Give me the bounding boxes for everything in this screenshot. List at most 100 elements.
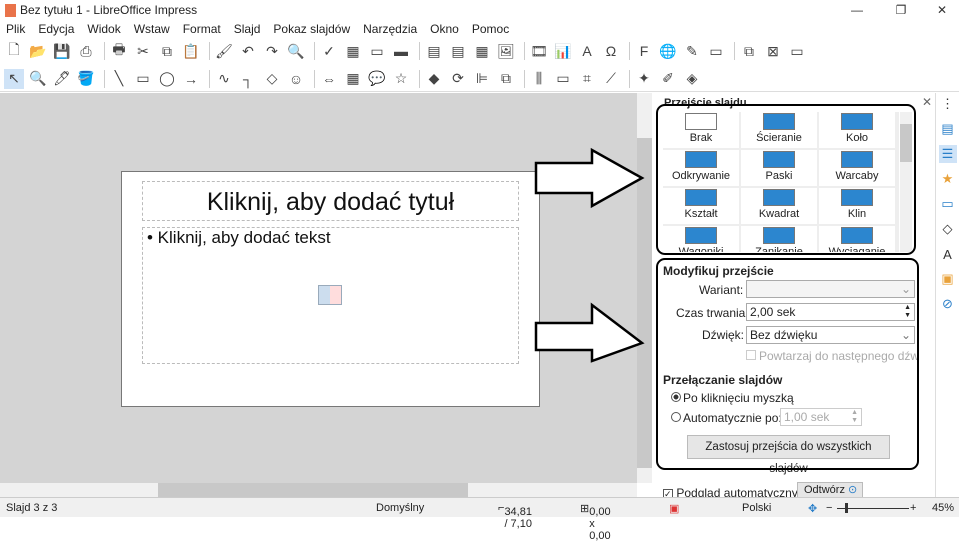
styles-tab-icon[interactable]: A — [939, 245, 957, 263]
zoom-in-button[interactable]: + — [910, 502, 916, 514]
language[interactable]: Polski — [742, 502, 771, 514]
start-first-icon[interactable]: ▤ — [424, 41, 444, 61]
align-icon[interactable]: ⊫ — [472, 69, 492, 89]
master-slide-icon[interactable]: ▬ — [391, 41, 411, 61]
slide-layout-icon[interactable]: ▭ — [787, 41, 807, 61]
new-slide-icon[interactable]: ▭ — [706, 41, 726, 61]
undo-icon[interactable]: ↶ — [238, 41, 258, 61]
points-icon[interactable]: ✦ — [634, 69, 654, 89]
save-icon[interactable]: 💾 — [52, 41, 72, 61]
title-placeholder[interactable]: Kliknij, aby dodać tytuł — [142, 181, 519, 221]
hyperlink-icon[interactable]: 🌐 — [658, 41, 678, 61]
close-button[interactable]: ✕ — [925, 0, 959, 20]
symbol-shapes-icon[interactable]: ☺ — [286, 69, 306, 89]
select-icon[interactable]: ↖ — [4, 68, 24, 89]
rotate-icon[interactable]: ⟳ — [448, 69, 468, 89]
crop-icon[interactable]: ⌗ — [577, 69, 597, 89]
filter-icon[interactable]: ⟋ — [601, 69, 621, 89]
ellipse-icon[interactable]: ◯ — [157, 69, 177, 89]
menu-okno[interactable]: Okno — [430, 22, 459, 36]
horizontal-scrollbar[interactable] — [0, 483, 637, 497]
fontwork-icon[interactable]: F — [634, 41, 654, 61]
basic-shapes-icon[interactable]: ◇ — [262, 69, 282, 89]
app-icon — [5, 3, 16, 17]
glue-icon[interactable]: ✐ — [658, 69, 678, 89]
clone-formatting-icon[interactable]: 🖌 — [214, 41, 234, 61]
master-name[interactable]: Domyślny — [376, 502, 424, 514]
line-icon[interactable]: ╲ — [109, 69, 129, 89]
fit-slide-icon[interactable]: ✥ — [808, 502, 817, 515]
copy-icon[interactable]: ⧉ — [157, 41, 177, 61]
toolbar-separator — [419, 69, 420, 88]
textbox-icon[interactable]: A — [577, 41, 597, 61]
menu-widok[interactable]: Widok — [87, 22, 120, 36]
zoom-slider-thumb[interactable] — [845, 503, 849, 513]
media-icon[interactable]: 🎞 — [529, 41, 549, 61]
find-replace-icon[interactable]: 🔍 — [286, 41, 306, 61]
open-icon[interactable]: 📂 — [28, 41, 48, 61]
slide-canvas[interactable]: Kliknij, aby dodać tytuł • Kliknij, aby … — [121, 171, 540, 407]
table-icon[interactable]: ▦ — [472, 41, 492, 61]
zoom-level[interactable]: 45% — [932, 502, 954, 514]
menu-pokaz-slajdow[interactable]: Pokaz slajdów — [273, 22, 350, 36]
grid-icon[interactable]: ▦ — [343, 41, 363, 61]
show-draw-icon[interactable]: ✎ — [682, 41, 702, 61]
line-color-icon[interactable]: 🖊 — [52, 69, 72, 89]
callout-icon[interactable]: 💬 — [367, 69, 387, 89]
redo-icon[interactable]: ↷ — [262, 41, 282, 61]
horizontal-scroll-thumb[interactable] — [158, 483, 468, 497]
flowchart-icon[interactable]: ▦ — [343, 69, 363, 89]
special-char-icon[interactable]: Ω — [601, 41, 621, 61]
gallery-tab-icon[interactable]: ▣ — [939, 270, 957, 288]
content-placeholder[interactable]: • Kliknij, aby dodać tekst — [142, 227, 519, 364]
menu-narzedzia[interactable]: Narzędzia — [363, 22, 417, 36]
close-panel-icon[interactable]: ✕ — [922, 95, 932, 109]
fill-color-icon[interactable]: 🪣 — [76, 69, 96, 89]
connector-icon[interactable]: ┐ — [238, 69, 258, 89]
slide-transition-tab-icon[interactable]: ☰ — [938, 145, 957, 163]
distribute-icon[interactable]: ⫼ — [529, 69, 549, 89]
shadow-icon[interactable]: ▭ — [553, 69, 573, 89]
paste-icon[interactable]: 📋 — [181, 41, 201, 61]
properties-tab-icon[interactable]: ▤ — [939, 120, 957, 138]
drawing-toolbar: ↖ 🔍 🖊 🪣 ╲ ▭ ◯ → ∿ ┐ ◇ ☺ ⇔ ▦ 💬 ☆ ◆ ⟳ ⊫ ⧉ ⫼ ▭ ⌗ ⟋ ✦ ✐ ◈ — [0, 66, 959, 92]
start-current-icon[interactable]: ▤ — [448, 41, 468, 61]
3d-objects-icon[interactable]: ◆ — [424, 69, 444, 89]
cut-icon[interactable]: ✂ — [133, 41, 153, 61]
image-icon[interactable]: 🖼 — [496, 41, 516, 61]
more-options-icon[interactable]: ⋮ — [939, 95, 957, 113]
print-icon[interactable]: 🖶 — [109, 41, 129, 61]
document-modified-icon[interactable]: ▣ — [669, 502, 679, 515]
menu-format[interactable]: Format — [183, 22, 221, 36]
new-icon[interactable]: 🗋 — [4, 41, 24, 61]
navigator-tab-icon[interactable]: ⊘ — [939, 295, 957, 313]
play-button[interactable]: Odtwórz ⊙ — [797, 482, 863, 498]
zoom-out-button[interactable]: − — [826, 502, 832, 514]
rectangle-icon[interactable]: ▭ — [133, 69, 153, 89]
delete-slide-icon[interactable]: ⊠ — [763, 41, 783, 61]
arrange-icon[interactable]: ⧉ — [496, 69, 516, 89]
chart-icon[interactable]: 📊 — [553, 41, 573, 61]
menu-pomoc[interactable]: Pomoc — [472, 22, 509, 36]
master-slides-tab-icon[interactable]: ▭ — [939, 195, 957, 213]
curve-icon[interactable]: ∿ — [214, 69, 234, 89]
menu-wstaw[interactable]: Wstaw — [134, 22, 170, 36]
insert-object-icon[interactable] — [318, 285, 342, 305]
block-arrows-icon[interactable]: ⇔ — [319, 69, 339, 89]
menu-plik[interactable]: Plik — [6, 22, 25, 36]
arrow-line-icon[interactable]: → — [181, 69, 201, 89]
spelling-icon[interactable]: ✓ — [319, 41, 339, 61]
export-pdf-icon[interactable]: ⎙ — [76, 41, 96, 61]
stars-icon[interactable]: ☆ — [391, 69, 411, 89]
shapes-tab-icon[interactable]: ◇ — [939, 220, 957, 238]
duplicate-slide-icon[interactable]: ⧉ — [739, 41, 759, 61]
toggle-extrusion-icon[interactable]: ◈ — [682, 69, 702, 89]
zoom-pan-icon[interactable]: 🔍 — [28, 69, 48, 89]
restore-button[interactable]: ❐ — [884, 0, 918, 20]
toolbar-separator — [209, 42, 210, 60]
animation-tab-icon[interactable]: ★ — [939, 170, 957, 188]
minimize-button[interactable]: — — [840, 0, 874, 20]
menu-slajd[interactable]: Slajd — [234, 22, 261, 36]
menu-edycja[interactable]: Edycja — [38, 22, 74, 36]
display-views-icon[interactable]: ▭ — [367, 41, 387, 61]
